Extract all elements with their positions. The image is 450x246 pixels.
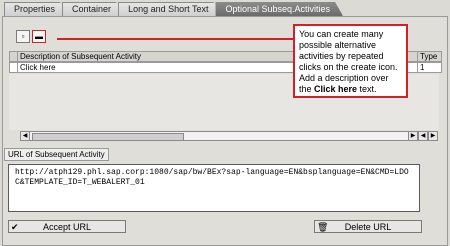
scroll-track[interactable] [30, 131, 408, 141]
scroll-left-icon[interactable]: ◀ [20, 131, 30, 141]
row-selector-header[interactable] [9, 51, 18, 62]
tab-container[interactable]: Container [62, 2, 124, 16]
delete-url-label: Delete URL [344, 222, 392, 232]
scroll-first-icon[interactable]: ◀ [418, 131, 428, 141]
column-header-type: Type [418, 51, 442, 62]
row-selector[interactable] [9, 62, 18, 73]
scroll-thumb[interactable] [32, 133, 184, 141]
help-callout: You can create many possible alternative… [293, 24, 408, 98]
tab-strip: Properties Container Long and Short Text… [4, 2, 337, 16]
callout-bold: Click here [314, 84, 358, 94]
url-section-label: URL of Subsequent Activity [4, 148, 109, 161]
accept-url-button[interactable]: ✔ Accept URL [8, 220, 126, 233]
scroll-last-icon[interactable]: ▶ [428, 131, 438, 141]
type-cell[interactable]: 1 [418, 62, 442, 73]
delete-icon[interactable]: ▬ [32, 30, 46, 43]
callout-text-after: text. [357, 84, 377, 94]
url-input[interactable]: http://atph129.phl.sap.corp:1080/sap/bw/… [8, 164, 420, 212]
tab-properties[interactable]: Properties [4, 2, 68, 16]
horizontal-scrollbar[interactable]: ◀ ▶ ◀ ▶ [20, 131, 438, 141]
delete-url-button[interactable]: 🗑 Delete URL [314, 220, 422, 233]
tab-optional-subseq-activities[interactable]: Optional Subseq.Activities [215, 2, 343, 16]
callout-pointer [57, 38, 293, 40]
accept-url-label: Accept URL [42, 222, 92, 232]
grid-toolbar: ▫ ▬ [16, 30, 46, 43]
scroll-right-icon[interactable]: ▶ [408, 131, 418, 141]
create-icon[interactable]: ▫ [16, 30, 30, 43]
tab-long-short-text[interactable]: Long and Short Text [118, 2, 221, 16]
